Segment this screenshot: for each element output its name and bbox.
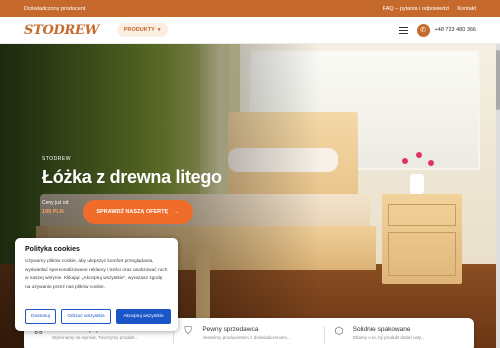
- nightstand: [382, 194, 462, 284]
- hero-brand: STODREW: [42, 156, 71, 162]
- arrow-right-icon: →: [174, 209, 180, 215]
- cta-button[interactable]: SPRAWDŹ NASZĄ OFERTĘ →: [83, 200, 193, 224]
- cookie-accept-button[interactable]: Akceptuj wszystkie: [116, 309, 171, 324]
- cookie-text: Używamy plików cookie, aby ulepszyć komf…: [25, 259, 168, 290]
- feature-item: ⬡ Solidnie spakowane Dbamy o to, by prod…: [323, 326, 464, 344]
- price-label: Ceny już od: [42, 200, 69, 206]
- site-header: STODREW PRODUKTY ▾ ✆ +48 723 480 366: [0, 17, 500, 44]
- feature-title: Solidnie spakowane: [352, 326, 411, 333]
- products-label: PRODUKTY: [123, 27, 155, 33]
- cookie-reject-button[interactable]: Odrzuć wszystkie: [61, 309, 111, 324]
- logo[interactable]: STODREW: [24, 23, 99, 38]
- feature-desc: Dbamy o to, by produkt dotarł cały...: [352, 335, 425, 340]
- phone-icon[interactable]: ✆: [416, 23, 430, 37]
- top-bar-tagline: Doświadczony producent: [24, 5, 86, 12]
- feature-desc: Wykonamy na wymiar. Tworzymy produkt...: [52, 335, 139, 340]
- phone-number[interactable]: +48 723 480 366: [435, 27, 476, 33]
- top-bar: Doświadczony producent FAQ – pytania i o…: [0, 0, 500, 17]
- cookie-title: Polityka cookies: [25, 246, 80, 253]
- cookie-dialog: Polityka cookies Używamy plików cookie, …: [15, 238, 178, 331]
- flower-vase: [410, 174, 424, 194]
- hero-title: Łóżka z drewna litego: [42, 167, 222, 187]
- price-value: 199 PLN: [42, 209, 64, 215]
- menu-icon[interactable]: [398, 26, 408, 34]
- chevron-down-icon: ▾: [157, 27, 161, 33]
- feature-title: Pewny sprzedawca: [202, 326, 259, 333]
- cta-label: SPRAWDŹ NASZĄ OFERTĘ: [96, 209, 169, 215]
- feature-item: ⛉ Pewny sprzedawca Jesteśmy producentem …: [173, 326, 313, 344]
- cookie-customize-button[interactable]: Dostosuj: [25, 309, 56, 324]
- shield-icon: ⛉: [184, 326, 192, 337]
- contact-link[interactable]: Kontakt: [457, 6, 476, 12]
- feature-desc: Jesteśmy producentem z doświadczeniem...: [202, 335, 291, 340]
- products-button[interactable]: PRODUKTY ▾: [116, 23, 168, 37]
- scrollbar-thumb[interactable]: [496, 50, 500, 110]
- package-icon: ⬡: [334, 326, 344, 337]
- faq-link[interactable]: FAQ – pytania i odpowiedzi: [383, 6, 450, 12]
